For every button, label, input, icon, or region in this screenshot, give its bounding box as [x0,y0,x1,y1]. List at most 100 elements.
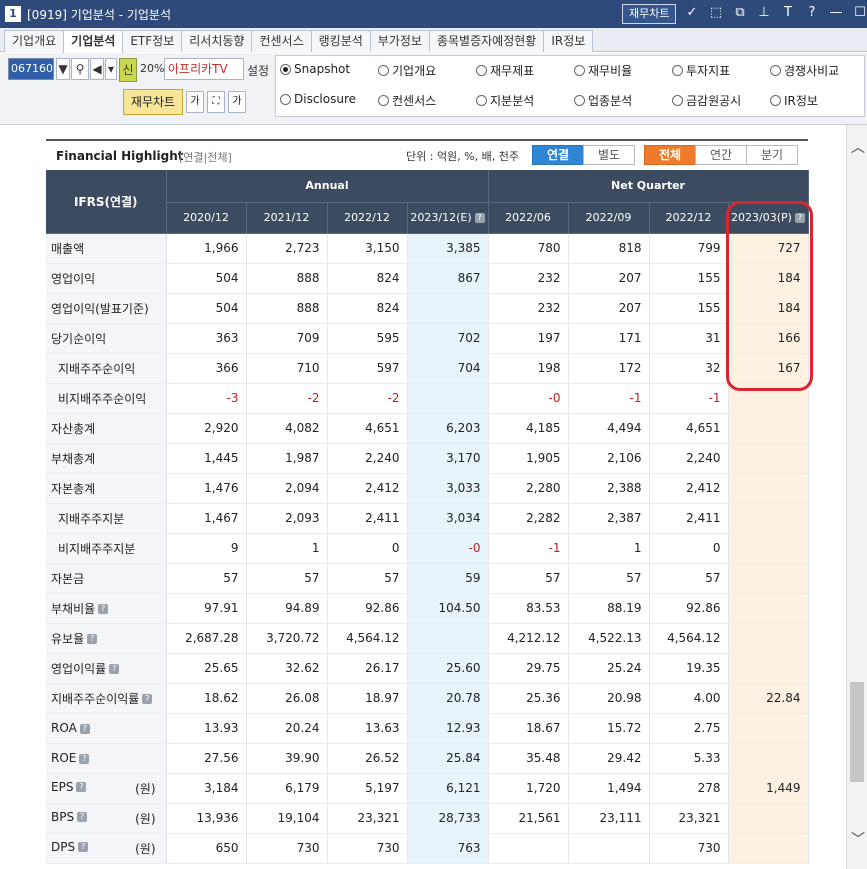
info-icon[interactable]: ? [78,842,89,852]
table-cell: 19,104 [246,803,328,834]
tab-1[interactable]: 기업분석 [63,30,124,53]
radio-dot-icon[interactable] [378,95,389,106]
info-icon[interactable]: ? [98,604,109,614]
font-size-icon[interactable]: 가 [186,91,204,113]
shin-button[interactable]: 신 [119,58,137,82]
stock-name-field[interactable]: 아프리카TV [164,58,244,80]
stock-code-input[interactable]: 067160 [8,58,54,80]
toggle-all[interactable]: 전체 [644,145,696,165]
tab-7[interactable]: 종목별증자예정현황 [428,30,545,52]
table-cell: 23,111 [568,803,650,834]
radio-option-5[interactable]: 경쟁사비교 [770,62,839,79]
row-label: 부채총계 [51,451,96,466]
code-dropdown-icon[interactable]: ▼ [56,58,70,80]
pin-icon[interactable]: ⊥ [756,4,772,22]
annual-group-header: Annual [166,170,489,203]
radio-option-8[interactable]: 지분분석 [476,92,534,109]
radio-dot-icon[interactable] [574,65,585,76]
table-cell: 4,494 [568,413,650,444]
table-cell: -1 [488,533,569,564]
row-label-cell: BPS? (원) [46,803,167,834]
table-cell: 57 [327,563,408,594]
info-icon[interactable]: ? [794,213,805,223]
tab-2[interactable]: ETF정보 [122,30,183,52]
maximize-icon[interactable]: ☐ [852,4,867,22]
radio-dot-icon[interactable] [378,65,389,76]
radio-option-2[interactable]: 재무제표 [476,62,534,79]
table-cell: 172 [568,353,650,384]
info-icon[interactable]: ? [87,634,98,644]
table-cell: 763 [407,833,489,864]
radio-option-6[interactable]: Disclosure [280,92,356,106]
fin-chart-button[interactable]: 재무차트 [123,89,183,115]
table-row: DPS? (원) 650 730 730 763 730 [46,833,809,864]
radio-dot-icon[interactable] [770,65,781,76]
tab-6[interactable]: 부가정보 [369,30,430,52]
radio-dot-icon[interactable] [280,63,291,75]
radio-option-3[interactable]: 재무비율 [574,62,632,79]
vertical-scrollbar[interactable]: ︿ ﹀ [846,125,867,869]
table-cell: 28,733 [407,803,489,834]
radio-dot-icon[interactable] [770,95,781,106]
copy-icon[interactable]: ⧉ [732,4,748,22]
table-cell: 704 [407,353,489,384]
font-up-icon[interactable]: 가 [228,91,246,113]
table-cell: 198 [488,353,569,384]
table-cell: 3,033 [407,473,489,504]
toggle-separate[interactable]: 별도 [583,145,635,165]
fin-chart-title-button[interactable]: 재무차트 [622,4,677,24]
radio-label: 금감원공시 [686,94,742,108]
radio-option-4[interactable]: 투자지표 [672,62,730,79]
info-icon[interactable]: ? [77,812,88,822]
info-icon[interactable]: ? [142,694,153,704]
toggle-quarter[interactable]: 분기 [746,145,798,165]
table-cell: 818 [568,233,650,264]
scroll-up-icon[interactable]: ︿ [851,137,865,157]
radio-option-10[interactable]: 금감원공시 [672,92,741,109]
radio-dot-icon[interactable] [672,95,683,106]
table-cell: 32 [649,353,729,384]
table-cell: 29.42 [568,743,650,774]
radio-dot-icon[interactable] [280,93,291,105]
radio-dot-icon[interactable] [476,65,487,76]
toggle-annual[interactable]: 연간 [695,145,747,165]
radio-option-9[interactable]: 업종분석 [574,92,632,109]
radio-dot-icon[interactable] [574,95,585,106]
tab-5[interactable]: 랭킹분석 [310,30,371,52]
font-icon[interactable]: T [780,4,796,22]
restore-icon[interactable]: ⬚ [708,4,724,22]
radio-dot-icon[interactable] [476,95,487,106]
tab-4[interactable]: 컨센서스 [251,30,312,52]
radio-dot-icon[interactable] [672,65,683,76]
tab-3[interactable]: 리서치동향 [181,30,253,52]
table-cell: 1,987 [246,443,328,474]
minimize-icon[interactable]: — [828,4,844,22]
table-cell: 1,720 [488,773,569,804]
radio-option-7[interactable]: 컨센서스 [378,92,436,109]
info-icon[interactable]: ? [109,664,120,674]
setting-button[interactable]: 설정 [247,62,269,79]
info-icon[interactable]: ? [76,782,87,792]
scroll-thumb[interactable] [850,682,864,782]
info-icon[interactable]: ? [79,753,90,764]
table-cell: 94.89 [246,593,328,624]
tab-8[interactable]: IR정보 [543,30,594,52]
speaker-icon[interactable]: ◀ [90,58,104,80]
radio-option-11[interactable]: IR정보 [770,92,818,109]
toggle-consolidated[interactable]: 연결 [532,145,584,165]
radio-option-0[interactable]: Snapshot [280,62,350,76]
table-cell: 867 [407,263,489,294]
info-icon[interactable]: ? [79,723,90,734]
scroll-down-icon[interactable]: ﹀ [851,829,865,849]
fit-icon[interactable]: ⛶ [207,91,225,113]
table-cell: 824 [327,293,408,324]
table-cell: 799 [649,233,729,264]
help-icon[interactable]: ? [804,4,820,22]
menu-dropdown-icon[interactable]: ▾ [105,58,117,80]
info-icon[interactable]: ? [474,213,485,223]
radio-option-1[interactable]: 기업개요 [378,62,436,79]
table-cell [728,803,809,834]
search-icon[interactable]: ⚲ [71,58,89,80]
link-icon[interactable]: ✓ [684,4,700,22]
tab-0[interactable]: 기업개요 [4,30,65,52]
